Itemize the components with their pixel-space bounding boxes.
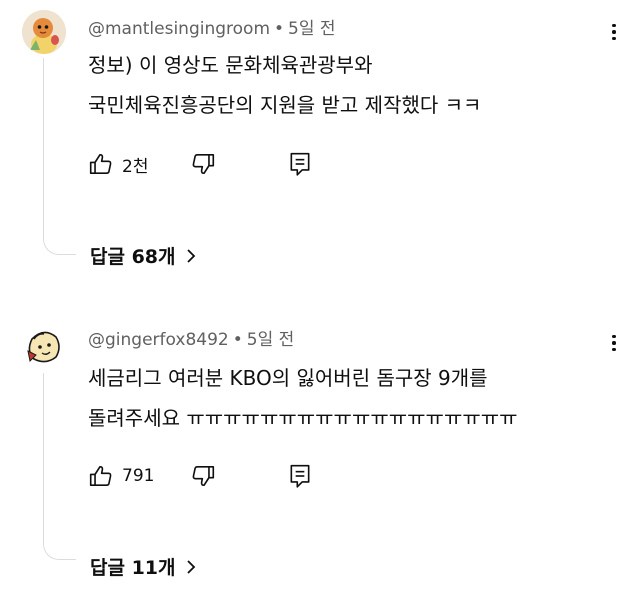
pokemon-character-avatar-icon (22, 10, 66, 54)
meta-separator: • (274, 19, 285, 39)
chevron-right-icon (186, 248, 195, 263)
like-count: 2천 (122, 156, 149, 177)
more-vertical-icon[interactable] (604, 329, 624, 357)
replies-label: 답글 68개 (90, 246, 176, 268)
more-vertical-icon[interactable] (604, 18, 624, 46)
avatar[interactable] (22, 325, 66, 369)
like-button[interactable]: 791 (88, 463, 154, 489)
author-name[interactable]: @mantlesingingroom (88, 19, 270, 39)
reply-comment-icon (290, 464, 310, 488)
comment-meta: @mantlesingingroom • 5일 전 (88, 14, 336, 39)
comment-text-line: 돌려주세요 ㅠㅠㅠㅠㅠㅠㅠㅠㅠㅠㅠㅠㅠㅠㅠㅠㅠㅠ (88, 406, 518, 430)
dislike-button[interactable] (190, 463, 216, 489)
comment-text: 세금리그 여러분 KBO의 잃어버린 돔구장 9개를 돌려주세요 ㅠㅠㅠㅠㅠㅠㅠ… (88, 358, 518, 438)
dislike-button[interactable] (190, 151, 216, 177)
comment-text-line: 세금리그 여러분 KBO의 잃어버린 돔구장 9개를 (88, 366, 488, 390)
comment-text-line: 정보) 이 영상도 문화체육관광부와 (88, 53, 373, 77)
thumbs-down-icon (192, 153, 215, 175)
comment-text: 정보) 이 영상도 문화체육관광부와 국민체육진흥공단의 지원을 받고 제작했다… (88, 45, 481, 125)
comment-time: 5일 전 (288, 19, 336, 39)
comment-thread: @mantlesingingroom • 5일 전 정보) 이 영상도 문화체육관광… (0, 0, 640, 290)
reply-comment-icon (290, 152, 310, 176)
comment-actions: 2천 (88, 151, 348, 181)
replies-label: 답글 11개 (90, 557, 176, 579)
avatar[interactable] (22, 10, 66, 54)
chevron-right-icon (186, 559, 195, 574)
thumbs-up-icon (89, 153, 112, 175)
reply-button[interactable] (288, 463, 312, 489)
thread-line (43, 58, 76, 255)
thumbs-down-icon (192, 465, 215, 487)
like-button[interactable]: 2천 (88, 151, 148, 177)
comment-meta: @gingerfox8492 • 5일 전 (88, 325, 294, 350)
comment-time: 5일 전 (246, 330, 295, 350)
reply-button[interactable] (288, 151, 312, 177)
view-replies-button[interactable]: 답글 68개 (90, 242, 196, 269)
thumbs-up-icon (89, 465, 112, 487)
like-count: 791 (122, 466, 155, 486)
view-replies-button[interactable]: 답글 11개 (90, 553, 196, 580)
comment-thread: @gingerfox8492 • 5일 전 세금리그 여러분 KBO의 잃어버린 돔… (0, 305, 640, 601)
comment-text-line: 국민체육진흥공단의 지원을 받고 제작했다 ㅋㅋ (88, 93, 482, 117)
cartoon-character-avatar-icon (22, 325, 66, 369)
author-name[interactable]: @gingerfox8492 (88, 330, 229, 350)
thread-line (43, 373, 76, 560)
comment-actions: 791 (88, 463, 348, 493)
meta-separator: • (232, 330, 243, 350)
